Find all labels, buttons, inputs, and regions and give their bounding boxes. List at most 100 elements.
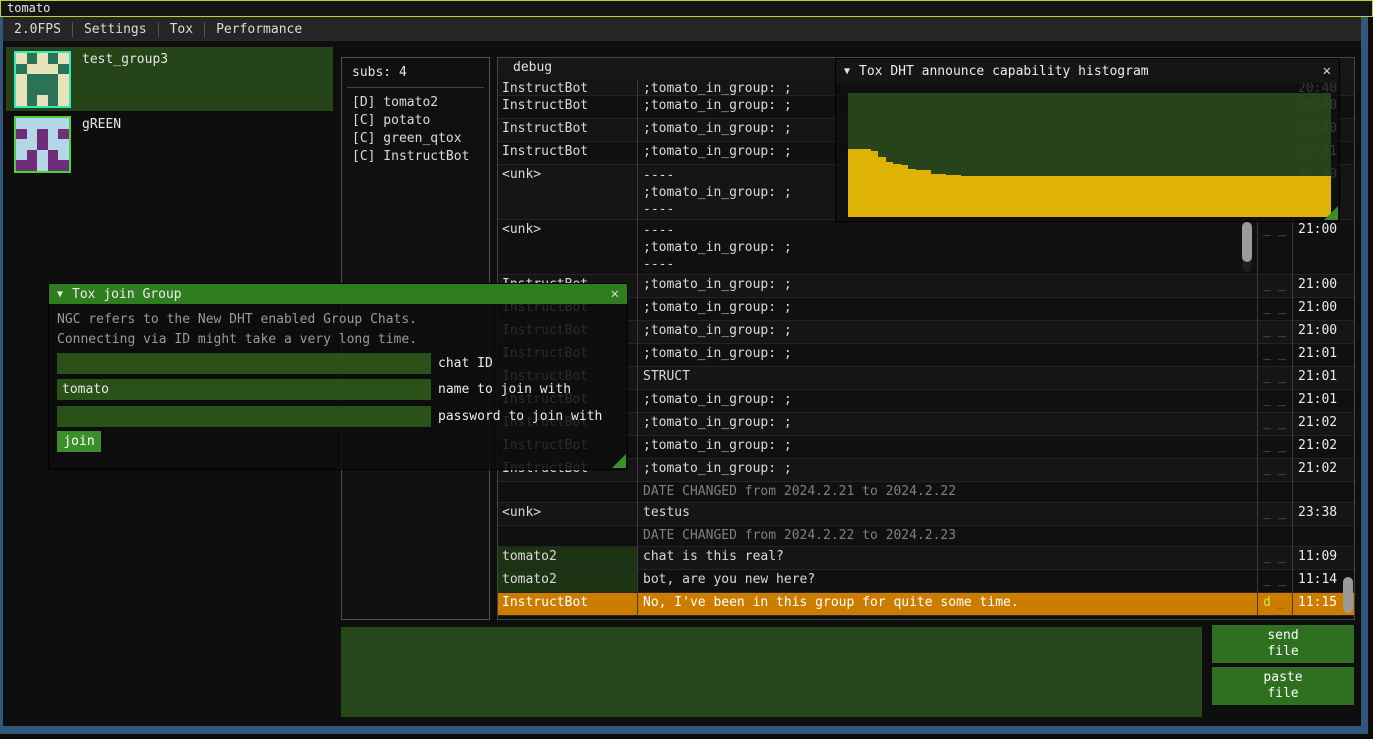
histogram-bar [1248, 176, 1256, 217]
message-row[interactable]: <unk>testus__23:38 [498, 503, 1354, 526]
histogram-bar [1105, 176, 1113, 217]
message-time: 21:00 [1292, 298, 1346, 320]
paste-file-button[interactable]: paste file [1212, 667, 1354, 705]
subs-header: subs: 4 [342, 58, 489, 80]
histogram-bar [1006, 176, 1014, 217]
sidebar-item-test_group3[interactable]: test_group3 [6, 47, 333, 111]
avatar-pixel [37, 74, 48, 85]
avatar-pixel [37, 64, 48, 75]
histogram-bar [1074, 176, 1082, 217]
avatar-pixel [58, 64, 69, 75]
subs-member[interactable]: [C] potato [342, 112, 489, 130]
subs-member[interactable]: [D] tomato2 [342, 94, 489, 112]
histogram-bar [931, 174, 939, 217]
histogram-bar [946, 175, 954, 217]
flag: _ [1263, 369, 1271, 389]
message-time: 11:09 [1292, 547, 1346, 569]
flag: _ [1278, 549, 1286, 569]
join-name-input[interactable] [57, 379, 431, 400]
message-flags: __ [1257, 390, 1292, 412]
flag: _ [1278, 369, 1286, 389]
menu-item-settings[interactable]: Settings [73, 22, 158, 37]
message-author: <unk> [498, 220, 637, 274]
message-row[interactable]: tomato2chat is this real?__11:09 [498, 547, 1354, 570]
subs-member[interactable]: [C] green_qtox [342, 130, 489, 148]
dht-histogram-window: ▼ Tox DHT announce capability histogram … [835, 58, 1340, 222]
join-password-label: password to join with [438, 409, 602, 424]
message-flags: __ [1257, 298, 1292, 320]
histogram-bar [901, 165, 909, 217]
menu-item-performance[interactable]: Performance [205, 22, 313, 37]
message-row[interactable]: tomato2bot, are you new here?__11:14 [498, 570, 1354, 593]
avatar-pixel [58, 95, 69, 106]
group-name: gREEN [82, 117, 121, 172]
message-time [1292, 526, 1346, 546]
join-description-line2: Connecting via ID might take a very long… [57, 332, 417, 347]
message-row[interactable]: <unk>----;tomato_in_group: ;----__21:00 [498, 220, 1354, 275]
avatar-pixel [37, 129, 48, 140]
histogram-bar [1308, 176, 1316, 217]
column-separator[interactable] [637, 79, 638, 616]
avatar-pixel [48, 95, 59, 106]
message-time: 11:15 [1292, 593, 1346, 615]
avatar-pixel [27, 139, 38, 150]
message-time: 11:14 [1292, 570, 1346, 592]
collapse-arrow-icon[interactable]: ▼ [844, 66, 850, 77]
message-text: bot, are you new here? [637, 570, 1257, 592]
message-flags: __ [1257, 570, 1292, 592]
close-icon[interactable]: ✕ [1323, 63, 1331, 79]
message-row[interactable]: DATE CHANGED from 2024.2.21 to 2024.2.22 [498, 482, 1354, 503]
join-name-label: name to join with [438, 382, 571, 397]
message-text-line: ---- [643, 222, 1257, 239]
histogram-bar [961, 176, 969, 217]
message-flags [1257, 526, 1292, 546]
avatar-pixel [16, 139, 27, 150]
close-icon[interactable]: ✕ [611, 286, 619, 302]
message-time: 21:01 [1292, 390, 1346, 412]
avatar-pixel [27, 118, 38, 129]
avatar-pixel [48, 139, 59, 150]
window-title: tomato [7, 1, 50, 15]
message-text: DATE CHANGED from 2024.2.21 to 2024.2.22 [637, 482, 1257, 502]
dht-histogram-title: Tox DHT announce capability histogram [859, 64, 1149, 79]
message-scrollbar-thumb[interactable] [1242, 222, 1252, 262]
join-password-input[interactable] [57, 406, 431, 427]
message-flags: __ [1257, 344, 1292, 366]
message-text: No, I've been in this group for quite so… [637, 593, 1257, 615]
chat-id-input[interactable] [57, 353, 431, 374]
histogram-bar [1022, 176, 1030, 217]
join-button[interactable]: join [57, 431, 101, 452]
message-text: ----;tomato_in_group: ;---- [637, 220, 1257, 274]
message-row[interactable]: InstructBotNo, I've been in this group f… [498, 593, 1354, 616]
message-text: ;tomato_in_group: ; [637, 344, 1257, 366]
histogram-bar [1157, 176, 1165, 217]
message-input[interactable] [341, 627, 1202, 717]
message-author: InstructBot [498, 119, 637, 141]
histogram-bar [939, 174, 947, 217]
message-author: InstructBot [498, 96, 637, 118]
subs-member[interactable]: [C] InstructBot [342, 148, 489, 166]
avatar-pixel [27, 64, 38, 75]
menu-item-tox[interactable]: Tox [159, 22, 204, 37]
histogram-bar [1218, 176, 1226, 217]
message-author: InstructBot [498, 142, 637, 164]
flag: _ [1263, 572, 1271, 592]
histogram-bar [1293, 176, 1301, 217]
resize-grip[interactable] [612, 454, 626, 468]
collapse-arrow-icon[interactable]: ▼ [57, 289, 63, 300]
message-text: STRUCT [637, 367, 1257, 389]
resize-grip[interactable] [1324, 206, 1338, 220]
flag: _ [1278, 415, 1286, 435]
histogram-bar [1180, 176, 1188, 217]
histogram-bar [1256, 176, 1264, 217]
chat-scrollbar-thumb[interactable] [1343, 577, 1353, 613]
flag: _ [1263, 549, 1271, 569]
send-file-button[interactable]: send file [1212, 625, 1354, 663]
histogram-bar [1195, 176, 1203, 217]
avatar-pixel [48, 150, 59, 161]
message-row[interactable]: DATE CHANGED from 2024.2.22 to 2024.2.23 [498, 526, 1354, 547]
flag: _ [1278, 300, 1286, 320]
sidebar-item-green[interactable]: gREEN [6, 112, 333, 172]
avatar-pixel [58, 160, 69, 171]
flag: _ [1263, 323, 1271, 343]
